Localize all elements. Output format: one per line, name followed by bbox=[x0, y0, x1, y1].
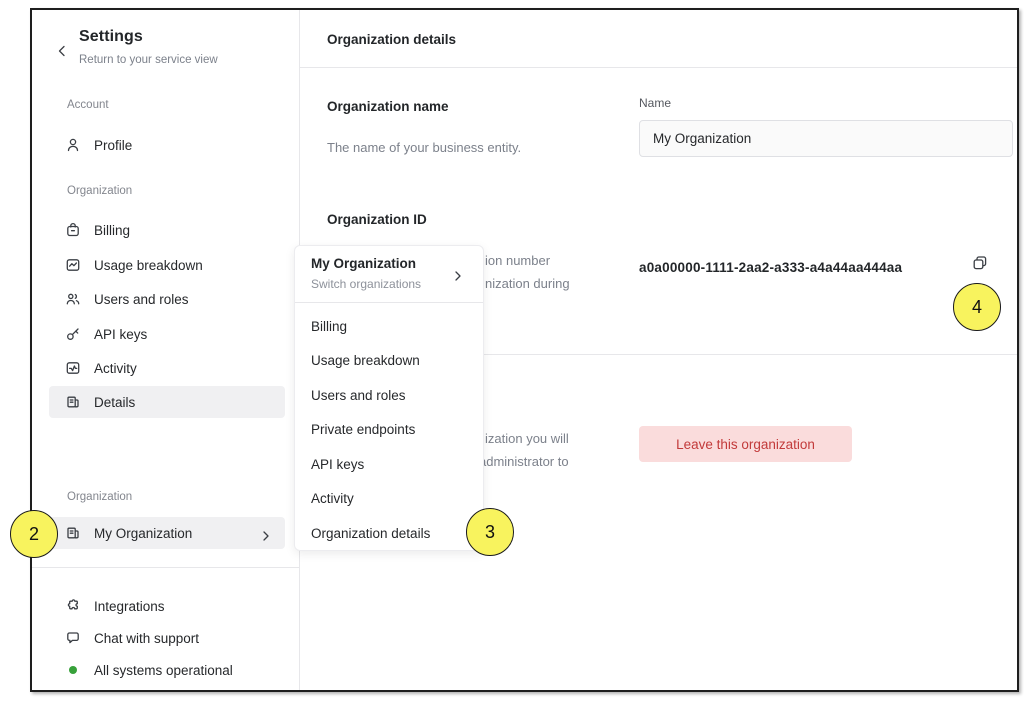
annotation-badge-3: 3 bbox=[466, 508, 514, 556]
menu-item-organization-details[interactable]: Organization details bbox=[295, 516, 483, 551]
back-chevron-icon[interactable] bbox=[56, 44, 68, 56]
bag-icon bbox=[65, 222, 81, 238]
chevron-right-icon bbox=[261, 528, 271, 538]
leave-description-fragment-2: administrator to bbox=[479, 454, 569, 469]
chart-wave-icon bbox=[65, 257, 81, 273]
dropdown-org-switcher[interactable]: My Organization Switch organizations bbox=[295, 246, 483, 303]
sidebar-item-label: Usage breakdown bbox=[94, 258, 203, 273]
sidebar-item-activity[interactable]: Activity bbox=[49, 352, 285, 384]
sidebar-item-label: Details bbox=[94, 395, 135, 410]
sidebar-item-label: Users and roles bbox=[94, 292, 189, 307]
screenshot-stage: Settings Return to your service view Acc… bbox=[0, 0, 1024, 703]
org-name-title: Organization name bbox=[327, 99, 449, 114]
menu-item-usage-breakdown[interactable]: Usage breakdown bbox=[295, 344, 483, 379]
sidebar-divider bbox=[32, 567, 300, 568]
menu-item-private-endpoints[interactable]: Private endpoints bbox=[295, 413, 483, 448]
sidebar-item-billing[interactable]: Billing bbox=[49, 214, 285, 246]
sidebar-item-label: Profile bbox=[94, 138, 132, 153]
building-icon bbox=[65, 525, 81, 541]
app-window: Settings Return to your service view Acc… bbox=[30, 8, 1019, 692]
chevron-right-icon bbox=[453, 268, 463, 278]
sidebar-item-label: Activity bbox=[94, 361, 137, 376]
key-icon bbox=[65, 326, 81, 342]
name-field-label: Name bbox=[639, 96, 671, 110]
leave-organization-button[interactable]: Leave this organization bbox=[639, 426, 852, 462]
building-icon bbox=[65, 394, 81, 410]
settings-sidebar: Settings Return to your service view Acc… bbox=[32, 10, 300, 690]
pulse-icon bbox=[65, 360, 81, 376]
org-id-description-fragment-2: nization during bbox=[485, 276, 570, 291]
sidebar-item-label: Billing bbox=[94, 223, 130, 238]
org-id-value: a0a00000-1111-2aa2-a333-a4a44aa444aa bbox=[639, 260, 902, 275]
org-id-title: Organization ID bbox=[327, 212, 427, 227]
leave-description-fragment-1: ization you will bbox=[485, 431, 569, 446]
green-dot-icon bbox=[65, 662, 81, 678]
sidebar-item-label: Chat with support bbox=[94, 631, 199, 646]
sidebar-item-usage-breakdown[interactable]: Usage breakdown bbox=[49, 249, 285, 281]
people-icon bbox=[65, 291, 81, 307]
menu-item-activity[interactable]: Activity bbox=[295, 482, 483, 517]
org-id-description-fragment-1: ion number bbox=[485, 253, 550, 268]
menu-item-users-and-roles[interactable]: Users and roles bbox=[295, 378, 483, 413]
sidebar-item-users-and-roles[interactable]: Users and roles bbox=[49, 283, 285, 315]
status-label: All systems operational bbox=[94, 663, 233, 678]
page-title: Organization details bbox=[327, 32, 456, 47]
annotation-badge-2: 2 bbox=[10, 510, 58, 558]
org-name-description: The name of your business entity. bbox=[327, 140, 521, 155]
dropdown-org-name: My Organization bbox=[311, 256, 416, 271]
sidebar-item-label: Integrations bbox=[94, 599, 165, 614]
section-label-organization-2: Organization bbox=[67, 491, 132, 503]
sidebar-title: Settings bbox=[79, 28, 143, 46]
dropdown-org-subtitle: Switch organizations bbox=[311, 277, 421, 291]
menu-item-billing[interactable]: Billing bbox=[295, 309, 483, 344]
organization-dropdown-menu: My Organization Switch organizations Bil… bbox=[294, 245, 484, 551]
speech-bubble-icon bbox=[65, 630, 81, 646]
section-label-account: Account bbox=[67, 99, 109, 111]
dropdown-items: Billing Usage breakdown Users and roles … bbox=[295, 309, 483, 551]
sidebar-item-integrations[interactable]: Integrations bbox=[49, 590, 285, 622]
sidebar-item-label: API keys bbox=[94, 327, 147, 342]
sidebar-item-system-status[interactable]: All systems operational bbox=[49, 654, 285, 686]
annotation-badge-4: 4 bbox=[953, 283, 1001, 331]
header-divider bbox=[300, 67, 1017, 68]
sidebar-item-my-organization[interactable]: My Organization bbox=[49, 517, 285, 549]
sidebar-item-chat-with-support[interactable]: Chat with support bbox=[49, 622, 285, 654]
sidebar-item-profile[interactable]: Profile bbox=[49, 129, 285, 161]
sidebar-subtitle: Return to your service view bbox=[79, 54, 218, 66]
sidebar-item-label: My Organization bbox=[94, 526, 192, 541]
menu-item-api-keys[interactable]: API keys bbox=[295, 447, 483, 482]
sidebar-item-api-keys[interactable]: API keys bbox=[49, 318, 285, 350]
puzzle-icon bbox=[65, 598, 81, 614]
person-icon bbox=[65, 137, 81, 153]
copy-icon[interactable] bbox=[969, 252, 991, 274]
org-name-input[interactable] bbox=[639, 120, 1013, 157]
section-label-organization: Organization bbox=[67, 185, 132, 197]
sidebar-item-details[interactable]: Details bbox=[49, 386, 285, 418]
